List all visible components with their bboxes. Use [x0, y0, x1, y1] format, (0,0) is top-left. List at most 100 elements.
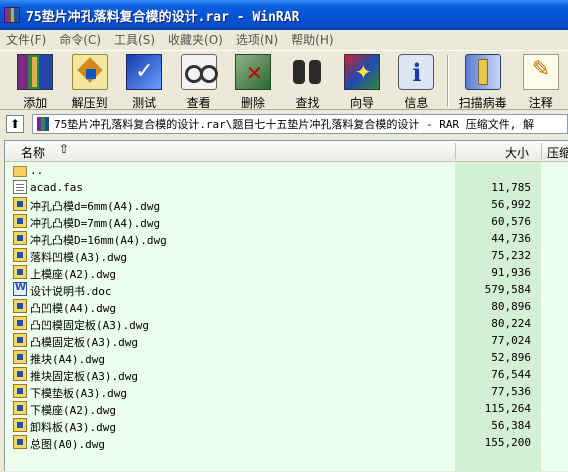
- menu-file[interactable]: 文件(F): [6, 31, 46, 48]
- file-name: 设计说明书.doc: [30, 285, 112, 298]
- column-packed[interactable]: 压缩后: [547, 144, 568, 161]
- column-divider[interactable]: [455, 143, 456, 159]
- test-button-label: 测试: [132, 96, 157, 110]
- dwg-file-icon: [13, 435, 27, 449]
- list-item[interactable]: 下模座(A2).dwg 115,264: [5, 400, 568, 417]
- file-size: 56,384: [491, 419, 531, 432]
- toolbar: 添加 解压到 测试 查看 删除 查找 向导 信息 扫描病毒 注释: [0, 50, 568, 110]
- delete-button[interactable]: 删除: [226, 51, 280, 111]
- file-name: acad.fas: [30, 181, 83, 194]
- list-item[interactable]: 冲孔凸模d=6mm(A4).dwg 56,992: [5, 196, 568, 213]
- file-name: 推块(A4).dwg: [30, 353, 105, 366]
- dwg-file-icon: [13, 418, 27, 432]
- menu-options[interactable]: 选项(N): [236, 31, 278, 48]
- dwg-file-icon: [13, 316, 27, 330]
- list-item[interactable]: 推块(A4).dwg 52,896: [5, 349, 568, 366]
- file-name: 冲孔凸模D=16mm(A4).dwg: [30, 234, 167, 247]
- menu-favorites[interactable]: 收藏夹(O): [168, 31, 223, 48]
- menu-tools[interactable]: 工具(S): [114, 31, 155, 48]
- sort-ascending-icon: ⇧: [59, 142, 70, 156]
- info-button[interactable]: 信息: [389, 51, 443, 111]
- column-name[interactable]: 名称: [21, 144, 45, 161]
- word-doc-icon: [13, 282, 27, 296]
- test-button[interactable]: 测试: [117, 51, 171, 111]
- winrar-app-icon[interactable]: [4, 7, 20, 23]
- list-item[interactable]: 凸模固定板(A3).dwg 77,024: [5, 332, 568, 349]
- delete-button-label: 删除: [241, 96, 266, 110]
- file-name: ..: [30, 164, 44, 177]
- file-name: 凸模固定板(A3).dwg: [30, 336, 138, 349]
- menu-help[interactable]: 帮助(H): [291, 31, 333, 48]
- find-button[interactable]: 查找: [280, 51, 334, 111]
- file-name: 落料凹模(A3).dwg: [30, 251, 127, 264]
- view-button[interactable]: 查看: [171, 51, 225, 111]
- find-button-label: 查找: [295, 96, 320, 110]
- list-item[interactable]: acad.fas 11,785: [5, 179, 568, 196]
- dwg-file-icon: [13, 384, 27, 398]
- view-icon: [180, 54, 218, 90]
- scan-virus-button-label: 扫描病毒: [458, 96, 507, 110]
- extract-icon: [71, 54, 108, 90]
- add-button[interactable]: 添加: [8, 51, 62, 111]
- file-list[interactable]: 名称 ⇧ 大小 压缩后 .. acad.fas 11,785 冲孔凸模d=6mm…: [4, 140, 568, 472]
- file-name: 下模座(A2).dwg: [30, 404, 116, 417]
- dwg-file-icon: [13, 367, 27, 381]
- list-item[interactable]: 设计说明书.doc 579,584: [5, 281, 568, 298]
- add-books-icon: [17, 54, 54, 90]
- address-field[interactable]: 75垫片冲孔落料复合模的设计.rar\题目七十五垫片冲孔落料复合模的设计 - R…: [32, 114, 568, 134]
- comment-button[interactable]: 注释: [514, 51, 568, 111]
- address-path: 75垫片冲孔落料复合模的设计.rar\题目七十五垫片冲孔落料复合模的设计 - R…: [54, 118, 534, 131]
- file-size: 77,536: [491, 385, 531, 398]
- column-divider[interactable]: [541, 143, 542, 159]
- list-item[interactable]: 凸凹模(A4).dwg 80,896: [5, 298, 568, 315]
- wizard-button-label: 向导: [349, 96, 374, 110]
- file-size: 80,224: [491, 317, 531, 330]
- list-item[interactable]: 卸料板(A3).dwg 56,384: [5, 417, 568, 434]
- scan-virus-icon: [464, 54, 501, 90]
- list-item[interactable]: 凸凹模固定板(A3).dwg 80,224: [5, 315, 568, 332]
- extract-to-button[interactable]: 解压到: [62, 51, 116, 111]
- dwg-file-icon: [13, 333, 27, 347]
- menu-bar: 文件(F) 命令(C) 工具(S) 收藏夹(O) 选项(N) 帮助(H): [0, 30, 568, 48]
- file-name: 凸凹模固定板(A3).dwg: [30, 319, 149, 332]
- dwg-file-icon: [13, 350, 27, 364]
- list-item[interactable]: 落料凹模(A3).dwg 75,232: [5, 247, 568, 264]
- file-size: 60,576: [491, 215, 531, 228]
- view-button-label: 查看: [186, 96, 211, 110]
- file-size: 52,896: [491, 351, 531, 364]
- comment-button-label: 注释: [528, 96, 553, 110]
- file-size: 91,936: [491, 266, 531, 279]
- column-size[interactable]: 大小: [505, 144, 529, 161]
- file-size: 80,896: [491, 300, 531, 313]
- file-size: 115,264: [484, 402, 531, 415]
- menu-commands[interactable]: 命令(C): [59, 31, 101, 48]
- add-button-label: 添加: [23, 96, 48, 110]
- list-item[interactable]: 推块固定板(A3).dwg 76,544: [5, 366, 568, 383]
- dwg-file-icon: [13, 214, 27, 228]
- file-name: 冲孔凸模d=6mm(A4).dwg: [30, 200, 161, 213]
- window-title: 75垫片冲孔落料复合模的设计.rar - WinRAR: [26, 9, 300, 25]
- extract-to-button-label: 解压到: [71, 96, 108, 110]
- list-item[interactable]: 下模垫板(A3).dwg 77,536: [5, 383, 568, 400]
- info-button-label: 信息: [404, 96, 429, 110]
- wizard-button[interactable]: 向导: [335, 51, 389, 111]
- list-item[interactable]: 总图(A0).dwg 155,200: [5, 434, 568, 451]
- list-item[interactable]: 冲孔凸模D=7mm(A4).dwg 60,576: [5, 213, 568, 230]
- file-size: 579,584: [484, 283, 531, 296]
- scan-virus-button[interactable]: 扫描病毒: [452, 51, 514, 111]
- file-name: 下模垫板(A3).dwg: [30, 387, 127, 400]
- list-item[interactable]: 冲孔凸模D=16mm(A4).dwg 44,736: [5, 230, 568, 247]
- wizard-icon: [343, 54, 380, 90]
- fas-file-icon: [13, 180, 27, 194]
- dwg-file-icon: [13, 265, 27, 279]
- title-bar: 75垫片冲孔落料复合模的设计.rar - WinRAR: [0, 0, 568, 30]
- list-item[interactable]: 上模座(A2).dwg 91,936: [5, 264, 568, 281]
- file-size: 76,544: [491, 368, 531, 381]
- delete-icon: [235, 54, 272, 90]
- up-folder-button[interactable]: ⬆: [6, 115, 24, 133]
- comment-icon: [522, 54, 559, 90]
- list-item-parent[interactable]: ..: [5, 162, 568, 179]
- toolbar-separator: [446, 55, 449, 107]
- find-icon: [289, 54, 325, 90]
- file-name: 推块固定板(A3).dwg: [30, 370, 138, 383]
